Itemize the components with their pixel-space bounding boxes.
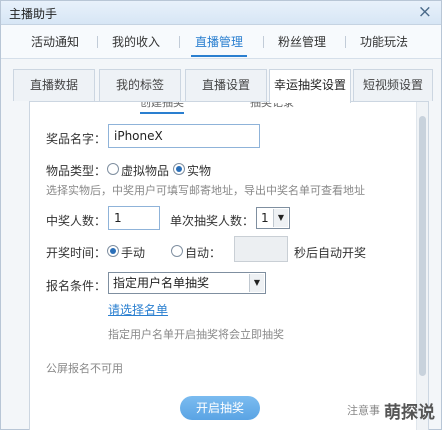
per-draw-count-value: 1 [261,211,269,225]
tab-features[interactable]: 功能玩法 [360,33,408,50]
radio-auto-draw[interactable] [171,245,183,257]
winner-count-label: 中奖人数： [46,214,107,228]
tab-separator [345,36,346,48]
tab-create-draw[interactable]: 创建抽奖 [140,102,184,114]
manual-draw-label: 手动 [121,246,146,260]
tab-separator [97,36,98,48]
auto-draw-suffix: 秒后自动开奖 [294,246,367,260]
radio-physical-item[interactable] [173,163,185,175]
virtual-item-label: 虚拟物品 [121,164,170,178]
title-bar: 主播助手 × [1,1,441,25]
sub-tab-bar: 直播数据 我的标签 直播设置 幸运抽奖设置 短视频设置 [13,69,433,103]
lucky-draw-panel: 创建抽奖 抽奖记录 奖品名字： iPhoneX 物品类型： 虚拟物品 实物 选择… [29,101,429,430]
draw-time-label: 开奖时间： [46,246,107,260]
subtab-live-data[interactable]: 直播数据 [13,69,95,101]
panel-scrollbar[interactable] [416,102,428,430]
window-title: 主播助手 [9,7,58,21]
item-type-label: 物品类型： [46,164,107,178]
item-type-hint: 选择实物后，中奖用户可填写邮寄地址，导出中奖名单可查看地址 [46,184,365,197]
subtab-lucky-draw-settings[interactable]: 幸运抽奖设置 [269,69,351,103]
auto-draw-label: 自动： [185,246,222,260]
per-draw-count-select[interactable]: 1 ▼ [256,207,290,229]
tab-separator [179,36,180,48]
tab-draw-records[interactable]: 抽奖记录 [250,102,294,110]
tab-fan-management[interactable]: 粉丝管理 [278,33,326,50]
close-icon[interactable]: × [418,2,432,22]
per-draw-count-label: 单次抽奖人数： [170,214,255,228]
subtab-short-video-settings[interactable]: 短视频设置 [353,69,433,101]
radio-manual-draw[interactable] [107,245,119,257]
winner-count-input[interactable]: 1 [108,206,160,230]
subtab-live-settings[interactable]: 直播设置 [185,69,267,101]
scrollbar-thumb[interactable] [419,116,426,376]
inner-tab-bar: 创建抽奖 抽奖记录 [30,102,415,116]
tab-live-management[interactable]: 直播管理 [190,33,248,57]
signup-condition-value: 指定用户名单抽奖 [113,276,210,290]
subtab-my-tags[interactable]: 我的标签 [99,69,181,101]
watermark-logo: 萌探说 [384,403,435,423]
signup-condition-hint: 指定用户名单开启抽奖将会立即抽奖 [108,328,284,341]
physical-item-label: 实物 [187,164,212,178]
main-window: 主播助手 × 活动通知 我的收入 直播管理 粉丝管理 功能玩法 直播数据 我的标… [0,0,442,430]
choose-list-link[interactable]: 请选择名单 [108,301,168,318]
tab-my-income[interactable]: 我的收入 [112,33,160,50]
chevron-down-icon: ▼ [273,209,288,227]
main-tab-bar: 活动通知 我的收入 直播管理 粉丝管理 功能玩法 [1,25,441,59]
signup-condition-select[interactable]: 指定用户名单抽奖 ▼ [108,272,266,294]
tab-separator [263,36,264,48]
auto-seconds-input[interactable] [234,236,288,262]
prize-name-label: 奖品名字： [46,132,107,146]
prize-name-input[interactable]: iPhoneX [108,124,260,148]
chevron-down-icon: ▼ [249,274,264,292]
tab-activity-notice[interactable]: 活动通知 [31,33,79,50]
notice-text: 注意事 [347,404,380,417]
signup-condition-label: 报名条件： [46,279,107,293]
start-draw-button[interactable]: 开启抽奖 [180,396,260,420]
fullscreen-signup-unavailable: 公屏报名不可用 [46,362,123,375]
radio-virtual-item[interactable] [107,163,119,175]
